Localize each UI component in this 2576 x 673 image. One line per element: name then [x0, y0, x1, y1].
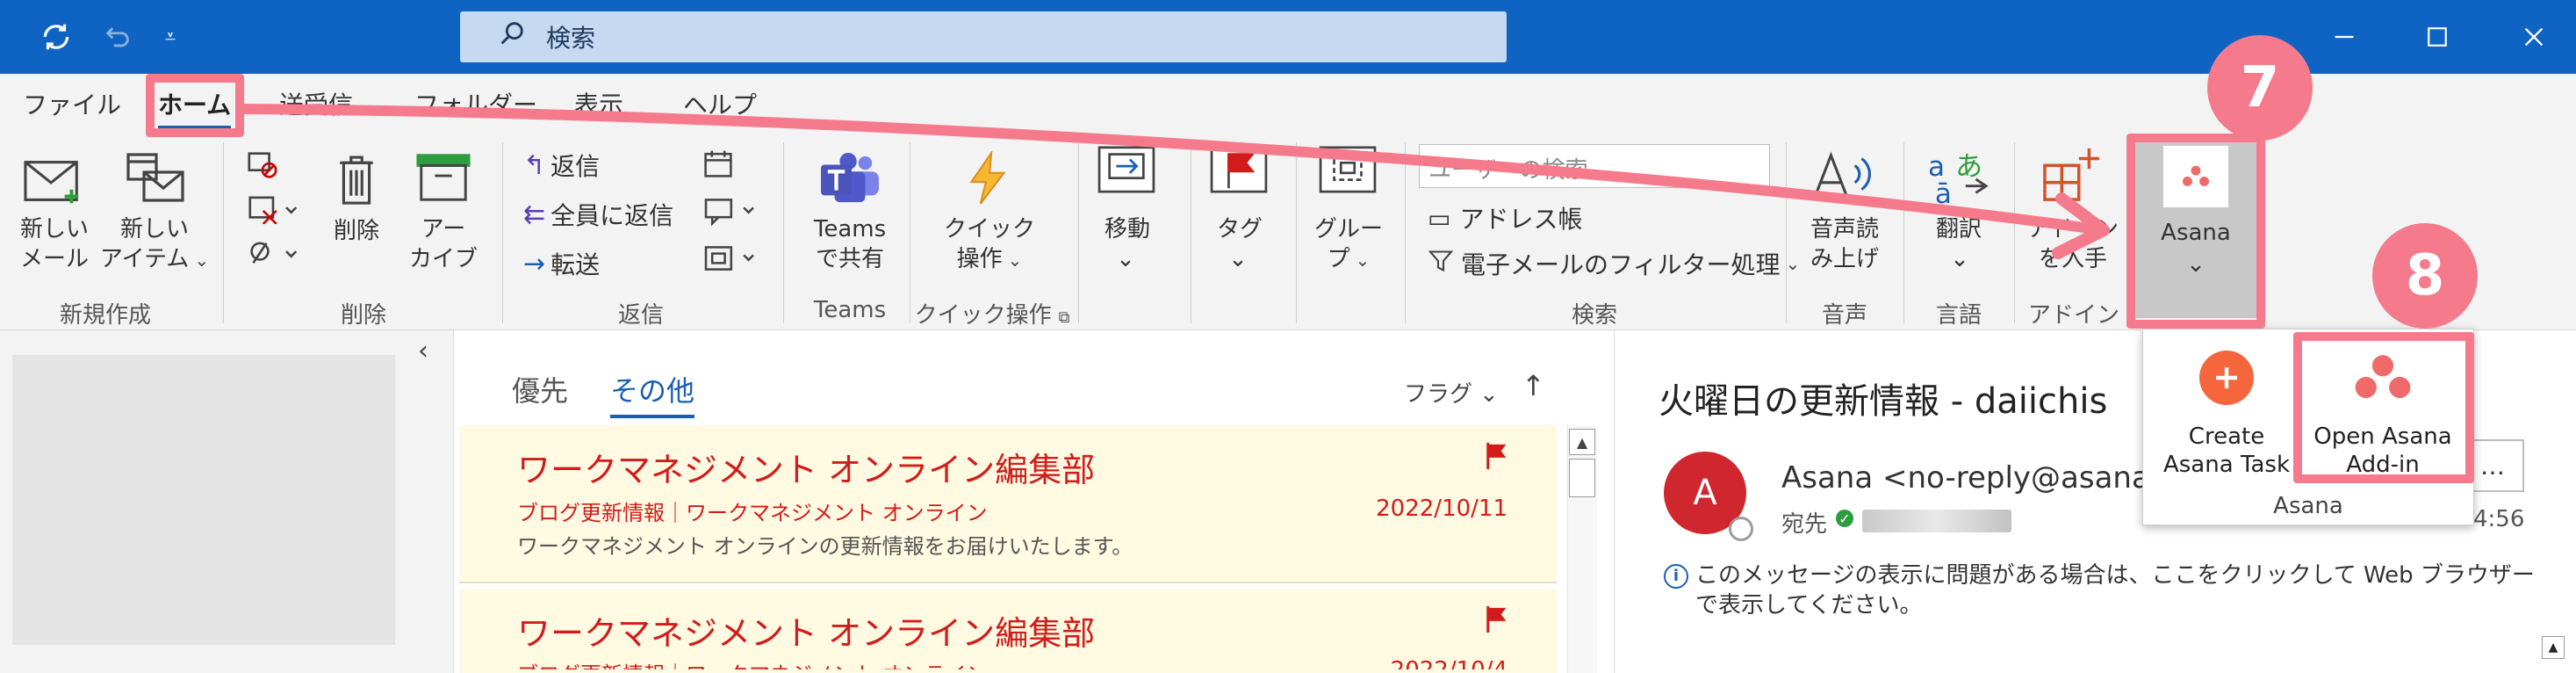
asana-button-highlight	[2126, 134, 2265, 329]
annotation-arrow	[237, 104, 2110, 259]
open-addin-highlight	[2293, 332, 2474, 483]
step-badge-7: 7	[2207, 35, 2313, 141]
outlook-window: ⩡ 検索 ファイル ホーム 送受信 フォルダー 表示 ヘルプ 新しい メール 新…	[0, 0, 2576, 673]
home-tab-highlight	[146, 74, 244, 137]
step-badge-8: 8	[2372, 223, 2478, 329]
